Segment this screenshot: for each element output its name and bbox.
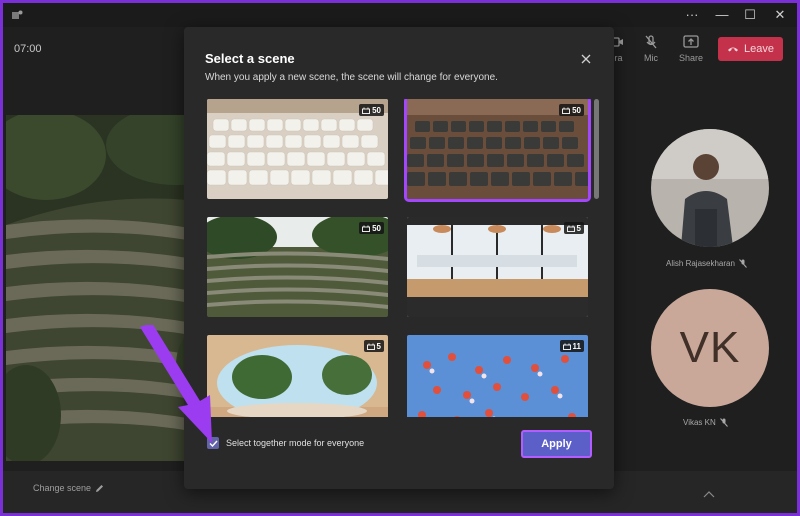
chevron-up-icon[interactable] xyxy=(703,491,715,498)
checkbox-label: Select together mode for everyone xyxy=(226,438,365,448)
people-icon xyxy=(366,343,375,350)
capacity-count: 11 xyxy=(572,341,581,351)
mic-button[interactable]: Mic xyxy=(633,35,669,63)
apply-button[interactable]: Apply xyxy=(521,430,592,458)
meeting-timer: 07:00 xyxy=(14,43,42,55)
scene-grid: 50 50 50 5 5 11 xyxy=(184,99,614,417)
capacity-badge: 11 xyxy=(559,340,584,352)
change-scene-button[interactable]: Change scene xyxy=(33,483,104,493)
leave-label: Leave xyxy=(744,43,774,55)
pencil-icon xyxy=(96,484,104,492)
select-scene-dialog: Select a scene When you apply a new scen… xyxy=(184,27,614,489)
capacity-count: 50 xyxy=(572,105,581,115)
together-mode-checkbox-row[interactable]: Select together mode for everyone xyxy=(207,437,364,449)
scene-grid-scrollbar[interactable] xyxy=(594,99,599,199)
teams-app-icon xyxy=(12,10,23,19)
dialog-title: Select a scene xyxy=(205,51,295,66)
mic-muted-icon xyxy=(719,418,728,427)
scene-tile-white-auditorium[interactable]: 50 xyxy=(207,99,388,199)
capacity-count: 5 xyxy=(376,341,381,351)
close-icon[interactable] xyxy=(579,52,593,66)
participant-avatar-alish xyxy=(651,129,769,247)
participant-name-text: Alish Rajasekharan xyxy=(666,259,735,268)
minimize-button[interactable]: — xyxy=(707,7,737,23)
people-icon xyxy=(362,107,371,114)
scene-tile-conference-room[interactable]: 5 xyxy=(407,217,588,317)
capacity-count: 50 xyxy=(372,223,381,233)
share-label: Share xyxy=(678,53,704,63)
leave-button[interactable]: Leave xyxy=(718,37,783,61)
capacity-badge: 5 xyxy=(363,340,384,352)
capacity-count: 50 xyxy=(372,105,381,115)
oval-lounge-thumbnail xyxy=(207,335,388,417)
capacity-count: 5 xyxy=(576,223,581,233)
share-button[interactable]: Share xyxy=(673,35,709,63)
people-icon xyxy=(362,225,371,232)
scene-tile-oval-lounge[interactable]: 5 xyxy=(207,335,388,417)
mic-muted-icon xyxy=(739,259,747,268)
phone-hangup-icon xyxy=(728,47,738,52)
title-bar: ··· — ☐ ✕ xyxy=(3,3,797,27)
participant-avatar-vikas: VK xyxy=(651,289,769,407)
avatar-initials: VK xyxy=(679,323,741,372)
participant-photo xyxy=(651,129,769,247)
people-icon xyxy=(562,343,571,350)
capacity-badge: 50 xyxy=(559,104,584,116)
conference-room-thumbnail xyxy=(407,217,588,317)
mic-off-icon xyxy=(645,35,657,49)
participant-name-vikas: Vikas KN xyxy=(683,418,728,427)
annotation-arrow-icon xyxy=(140,325,212,443)
people-icon xyxy=(566,225,575,232)
change-scene-label: Change scene xyxy=(33,483,92,493)
mic-label: Mic xyxy=(644,53,658,63)
more-options-button[interactable]: ··· xyxy=(677,7,707,23)
share-icon xyxy=(683,35,699,48)
capacity-badge: 5 xyxy=(563,222,584,234)
participant-name-alish: Alish Rajasekharan xyxy=(666,259,747,268)
close-window-button[interactable]: ✕ xyxy=(765,7,795,23)
people-icon xyxy=(562,107,571,114)
capacity-badge: 50 xyxy=(359,222,384,234)
capacity-badge: 50 xyxy=(359,104,384,116)
scene-tile-floating-flowers[interactable]: 11 xyxy=(407,335,588,417)
dialog-subtitle: When you apply a new scene, the scene wi… xyxy=(205,72,498,83)
maximize-button[interactable]: ☐ xyxy=(735,7,765,23)
participant-name-text: Vikas KN xyxy=(683,418,716,427)
scene-tile-dark-theater[interactable]: 50 xyxy=(404,99,591,202)
scene-tile-amphitheater[interactable]: 50 xyxy=(207,217,388,317)
